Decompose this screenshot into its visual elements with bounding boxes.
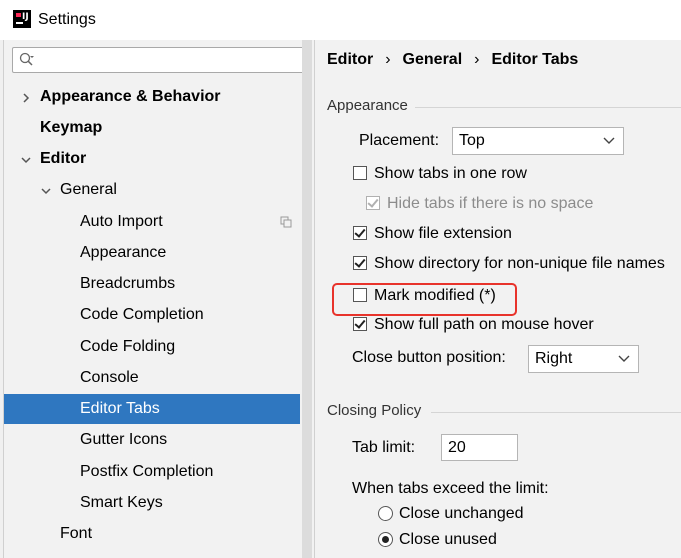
tree-item-appearance[interactable]: Appearance	[4, 238, 300, 268]
radio-button[interactable]	[378, 532, 393, 547]
checkbox-label: Show tabs in one row	[374, 165, 527, 182]
closing-policy-section-title: Closing Policy	[327, 402, 422, 419]
intellij-app-icon: IJ	[13, 10, 31, 28]
tree-item-label: Editor Tabs	[80, 400, 160, 417]
checkbox-label: Hide tabs if there is no space	[387, 195, 594, 212]
tree-item-label: Console	[80, 369, 139, 386]
appearance-section-title: Appearance	[327, 97, 408, 114]
tree-item-postfix-completion[interactable]: Postfix Completion	[4, 457, 300, 487]
tab-limit-label: Tab limit:	[352, 439, 416, 456]
tree-item-editor-tabs[interactable]: Editor Tabs	[4, 394, 300, 424]
radio-label: Close unused	[399, 531, 497, 548]
tree-item-breadcrumbs[interactable]: Breadcrumbs	[4, 269, 300, 299]
close-button-position-value: Right	[535, 350, 573, 367]
breadcrumb-general[interactable]: General	[403, 51, 463, 68]
chevron-right-icon[interactable]	[20, 92, 32, 104]
tree-item-label: Breadcrumbs	[80, 275, 176, 292]
chevron-down-icon[interactable]	[40, 185, 52, 197]
radio-label: Close unchanged	[399, 505, 524, 522]
checkbox-box[interactable]	[353, 166, 367, 180]
checkbox-box[interactable]	[366, 196, 380, 210]
tree-item-auto-import[interactable]: Auto Import	[4, 207, 300, 237]
checkbox-box[interactable]	[353, 226, 367, 240]
tab-limit-value: 20	[448, 439, 466, 456]
placement-dropdown[interactable]: Top	[452, 127, 624, 155]
search-icon	[19, 52, 34, 66]
radio-button[interactable]	[378, 506, 393, 521]
close-button-position-dropdown[interactable]: Right	[528, 345, 639, 373]
tree-item-general[interactable]: General	[4, 175, 300, 205]
section-divider	[415, 107, 681, 108]
tree-item-smart-keys[interactable]: Smart Keys	[4, 488, 300, 518]
checkbox-label: Show full path on mouse hover	[374, 316, 594, 333]
tree-item-font[interactable]: Font	[4, 519, 300, 549]
window-title: Settings	[38, 11, 96, 28]
chevron-down-icon	[618, 355, 630, 362]
tree-item-console[interactable]: Console	[4, 363, 300, 393]
tree-item-label: General	[60, 181, 117, 198]
settings-sidebar: Appearance & Behavior Keymap Editor General…	[4, 40, 315, 558]
exceed-limit-label: When tabs exceed the limit:	[352, 480, 549, 497]
tree-item-gutter-icons[interactable]: Gutter Icons	[4, 425, 300, 455]
placement-label: Placement:	[359, 132, 440, 149]
tree-item-code-folding[interactable]: Code Folding	[4, 332, 300, 362]
tree-item-label: Keymap	[40, 119, 103, 136]
chevron-down-icon	[603, 137, 615, 144]
breadcrumb-editor[interactable]: Editor	[327, 51, 373, 68]
tab-limit-field[interactable]: 20	[441, 434, 518, 461]
close-button-position-label: Close button position:	[352, 349, 506, 366]
breadcrumb: Editor › General › Editor Tabs	[327, 51, 578, 69]
tree-item-label: Postfix Completion	[80, 463, 214, 480]
tree-item-keymap[interactable]: Keymap	[4, 113, 300, 143]
title-bar: IJ Settings	[0, 0, 681, 40]
tree-item-label: Editor	[40, 150, 87, 167]
tree-item-code-completion[interactable]: Code Completion	[4, 300, 300, 330]
tree-item-label: Smart Keys	[80, 494, 163, 511]
checkbox-box[interactable]	[353, 256, 367, 270]
placement-value: Top	[459, 132, 485, 149]
tree-item-label: Code Folding	[80, 338, 176, 355]
sidebar-scrollbar[interactable]	[302, 40, 312, 558]
tree-item-label: Auto Import	[80, 213, 163, 230]
checkbox-box[interactable]	[353, 317, 367, 331]
annotation-highlight-box	[332, 283, 517, 316]
chevron-down-icon[interactable]	[20, 154, 32, 166]
search-input[interactable]	[12, 47, 304, 73]
tree-item-label: Appearance & Behavior	[40, 88, 221, 105]
settings-content: Editor › General › Editor Tabs Appearance Pl…	[315, 40, 681, 558]
checkbox-label: Show directory for non-unique file names	[374, 255, 665, 272]
tree-item-editor[interactable]: Editor	[4, 144, 300, 174]
copy-icon	[280, 216, 292, 228]
checkbox-label: Show file extension	[374, 225, 512, 242]
breadcrumb-separator: ›	[474, 51, 480, 68]
tree-item-label: Appearance	[80, 244, 167, 261]
section-divider	[431, 412, 681, 413]
tree-item-appearance-behavior[interactable]: Appearance & Behavior	[4, 82, 300, 112]
tree-item-label: Code Completion	[80, 306, 204, 323]
breadcrumb-editor-tabs: Editor Tabs	[491, 51, 579, 68]
breadcrumb-separator: ›	[385, 51, 391, 68]
tree-item-label: Gutter Icons	[80, 431, 168, 448]
tree-item-label: Font	[60, 525, 93, 542]
